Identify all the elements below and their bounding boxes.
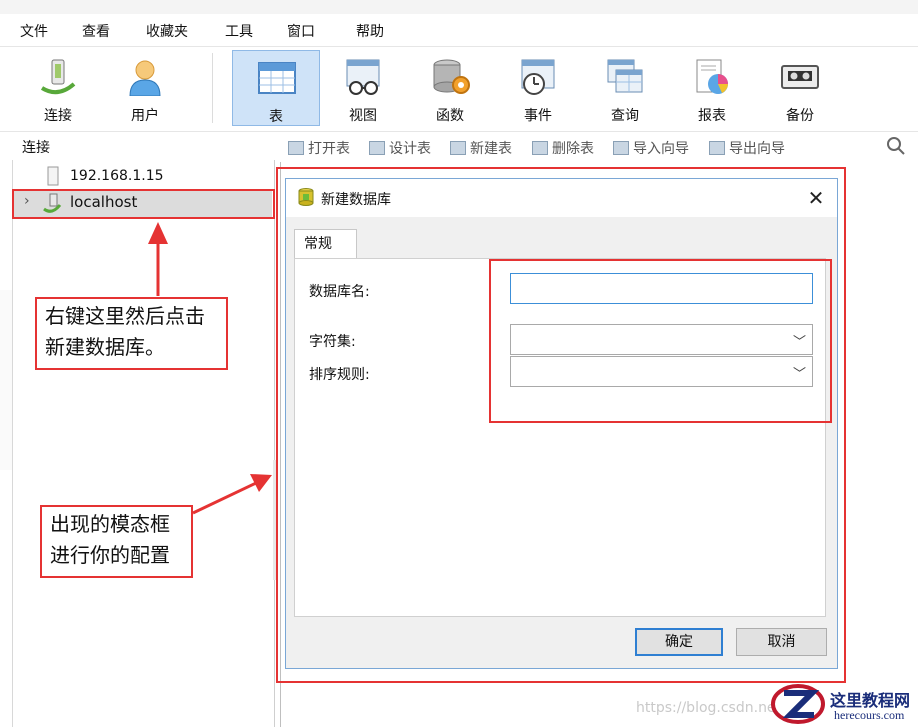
arrow-up-to-localhost [148, 222, 168, 296]
watermark-url: https://blog.csdn.ne [636, 700, 776, 716]
arrow-to-dialog [192, 474, 272, 515]
watermark-logo [771, 684, 825, 724]
watermark-subtitle: herecours.com [834, 708, 905, 722]
annotation-arrows [148, 222, 272, 515]
